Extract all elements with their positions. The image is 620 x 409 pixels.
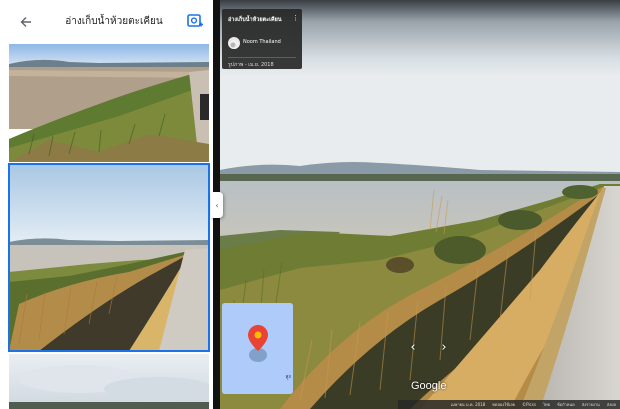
add-photo-button[interactable] xyxy=(186,12,204,30)
panel-header: อ่างเก็บน้ำห้วยตะเคียน xyxy=(0,0,213,44)
nav-right-button[interactable]: › xyxy=(437,340,451,355)
collapse-panel-button[interactable]: ‹ xyxy=(211,192,223,218)
place-title[interactable]: อ่างเก็บน้ำห้วยตะเคียน xyxy=(228,16,282,24)
more-options-button[interactable]: ⋮ xyxy=(292,14,299,22)
arrow-left-icon xyxy=(20,17,31,27)
add-photo-icon xyxy=(187,14,203,27)
nav-left-button[interactable]: ‹ xyxy=(406,340,420,355)
panel-title: อ่างเก็บน้ำห้วยตะเคียน xyxy=(65,16,163,27)
photo-info-card: อ่างเก็บน้ำห้วยตะเคียน ⋮ Noom Thailand ร… xyxy=(222,9,302,69)
chevron-left-icon: ‹ xyxy=(215,200,219,210)
footer-item[interactable]: ข้อกำหนด xyxy=(557,401,575,408)
photo-date: รูปภาพ - เม.ย. 2018 xyxy=(228,62,274,68)
google-logo: Google xyxy=(411,380,447,392)
footer-item[interactable]: ส่งรายงาน xyxy=(582,401,600,408)
card-divider xyxy=(228,57,296,58)
back-button[interactable] xyxy=(16,12,36,32)
author-avatar[interactable] xyxy=(228,37,240,49)
photo-thumbnail-2[interactable] xyxy=(8,163,210,352)
attribution-bar: เมษายน ม.ค. 2018 ทดลองใช้เลย ©Picss ไทย … xyxy=(398,400,620,409)
footer-item[interactable]: ส่งผล xyxy=(607,401,616,408)
footer-item[interactable]: ทดลองใช้เลย xyxy=(492,401,515,408)
photo-thumbnail-3[interactable] xyxy=(9,354,209,409)
minimap-label: สูง xyxy=(285,374,292,380)
footer-item[interactable]: ไทย xyxy=(543,401,550,408)
photo-thumbnail-1[interactable] xyxy=(9,44,209,162)
footer-item: ©Picss xyxy=(522,402,536,407)
minimap[interactable]: สูง xyxy=(222,303,293,394)
author-name[interactable]: Noom Thailand xyxy=(243,39,281,45)
photo-list-panel: อ่างเก็บน้ำห้วยตะเคียน xyxy=(0,0,213,409)
footer-item: เมษายน ม.ค. 2018 xyxy=(450,402,486,407)
more-vert-icon: ⋮ xyxy=(292,14,299,22)
